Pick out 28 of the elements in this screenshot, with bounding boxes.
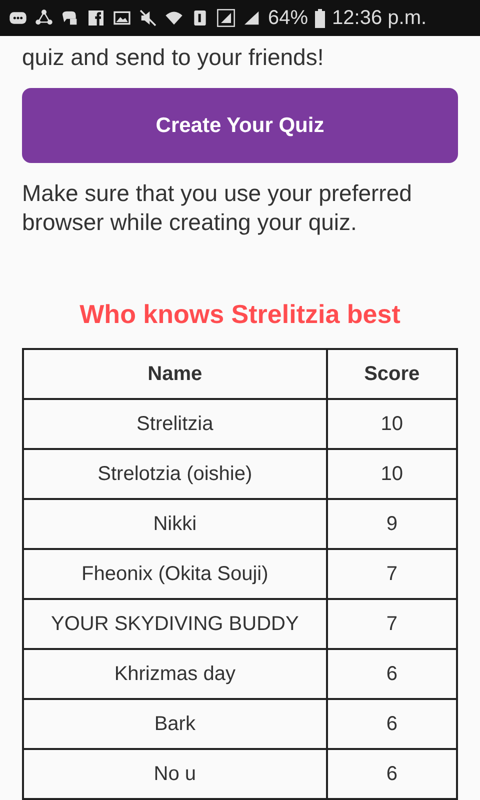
table-cell: Strelotzia (oishie) [23, 449, 327, 499]
table-cell: 10 [326, 399, 457, 449]
table-cell: 7 [326, 549, 457, 599]
column-header: Score [326, 349, 457, 399]
table-cell: 6 [326, 699, 457, 749]
table-cell: Fheonix (Okita Souji) [23, 549, 327, 599]
facebook-icon [86, 8, 106, 28]
instruction-text: Make sure that you use your preferred browser while creating your quiz. [22, 179, 413, 237]
clock-time: 12:36 p.m. [332, 6, 427, 31]
signal-icon [216, 8, 236, 28]
create-quiz-button[interactable]: Create Your Quiz [22, 88, 458, 163]
column-header: Name [23, 349, 327, 399]
table-cell: 6 [326, 649, 457, 699]
table-cell: Bark [23, 699, 327, 749]
leaderboard-title: Who knows Strelitzia best [78, 298, 402, 331]
table-cell: 7 [326, 599, 457, 649]
battery-icon [314, 6, 326, 30]
table-cell: YOUR SKYDIVING BUDDY [23, 599, 327, 649]
table-cell: 9 [326, 499, 457, 549]
intro-text: quiz and send to your friends! [22, 43, 325, 72]
table-cell: Strelitzia [23, 399, 327, 449]
mute-icon [138, 8, 158, 28]
table-cell: 6 [326, 749, 457, 799]
battery-percent: 64% [268, 6, 308, 31]
table-cell: Khrizmas day [23, 649, 327, 699]
table-cell: 10 [326, 449, 457, 499]
table-cell: No u [23, 749, 327, 799]
table-cell: Nikki [23, 499, 327, 549]
